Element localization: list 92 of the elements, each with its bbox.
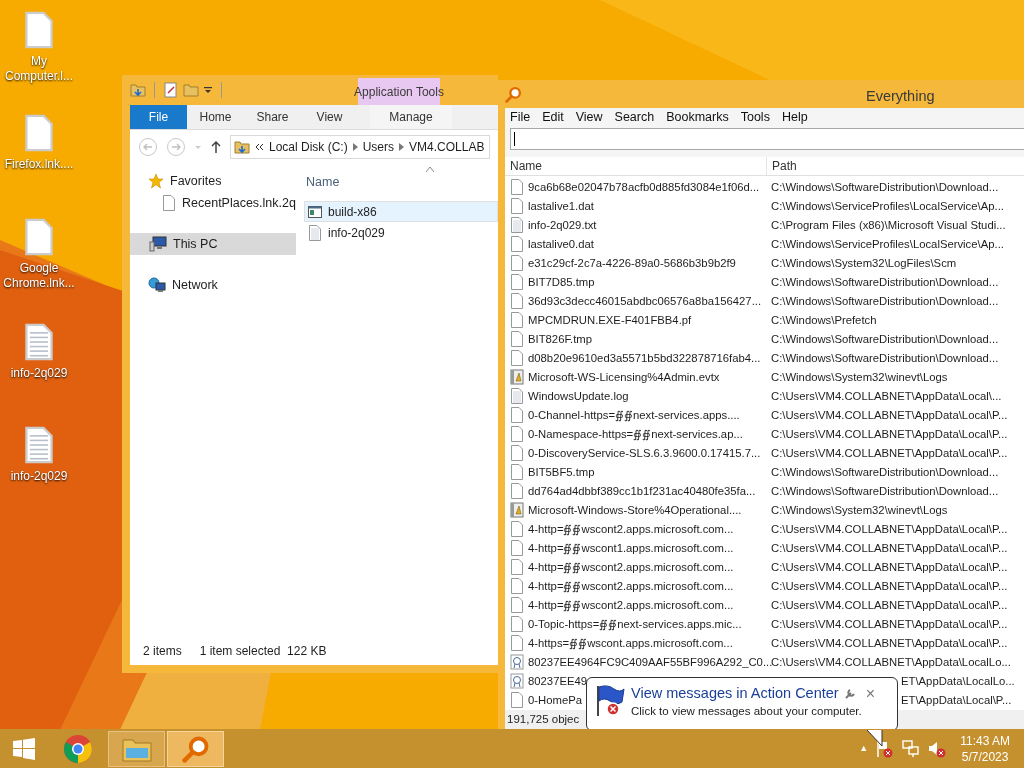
nav-item[interactable]: RecentPlaces.lnk.2q bbox=[130, 192, 296, 214]
path-cell-text: C:\Windows\SoftwareDistribution\Download... bbox=[771, 179, 999, 195]
name-cell-text: 9ca6b68e02047b78acfb0d885fd3084e1f06d... bbox=[528, 179, 760, 195]
path-cell-text: C:\Users\VM4.COLLABNET\AppData\Local\P... bbox=[771, 426, 1008, 442]
column-header[interactable]: Name bbox=[505, 156, 767, 175]
name-cell-text: d08b20e9610ed3a5571b5bd322878716fab4... bbox=[528, 350, 761, 366]
path-cell-text: C:\Users\VM4.COLLABNET\AppData\LocalLo... bbox=[771, 654, 1011, 670]
menu-item[interactable]: Bookmarks bbox=[661, 108, 734, 128]
name-cell-text: 4-http=∯∯wscont2.apps.microsoft.com... bbox=[528, 597, 734, 614]
status-text: 1 item selected 122 KB bbox=[199, 643, 327, 660]
name-cell-text: MPCMDRUN.EXE-F401FBB4.pf bbox=[528, 312, 692, 328]
name-cell-text: 4-http=∯∯wscont2.apps.microsoft.com... bbox=[528, 521, 734, 538]
name-cell-text: 0-DiscoveryService-SLS.6.3.9600.0.17415.7... bbox=[528, 445, 761, 461]
name-cell-text: 80237EE49 bbox=[528, 673, 588, 689]
desktop-icon-label[interactable]: info-2q029 bbox=[10, 366, 68, 381]
desktop-icon-label[interactable]: Google Chrome.lnk... bbox=[3, 261, 75, 291]
status-text: 2 items bbox=[143, 643, 182, 660]
name-cell-text: 4-http=∯∯wscont2.apps.microsoft.com... bbox=[528, 559, 734, 576]
column-header[interactable]: Name bbox=[304, 172, 340, 192]
name-cell-text: 36d93c3decc46015abdbc06576a8ba156427... bbox=[528, 293, 762, 309]
name-cell-text: e31c29cf-2c7a-4226-89a0-5686b3b9b2f9 bbox=[528, 255, 736, 271]
path-cell-text: C:\Users\VM4.COLLABNET\AppData\Local\P... bbox=[771, 616, 1008, 632]
notification-balloon[interactable]: View messages in Action Center × Click to view messages about your computer. bbox=[586, 677, 898, 731]
window-title: Everything bbox=[866, 87, 935, 106]
path-cell-text: C:\Users\VM4.COLLABNET\AppData\Local\... bbox=[771, 388, 1002, 404]
path-cell-text: C:\Windows\SoftwareDistribution\Download... bbox=[771, 274, 999, 290]
path-cell-text: C:\Program Files (x86)\Microsoft Visual Studi... bbox=[771, 217, 1006, 233]
path-cell-text: C:\Users\VM4.COLLABNET\AppData\Local\P... bbox=[771, 407, 1008, 423]
name-cell-text: BIT826F.tmp bbox=[528, 331, 593, 347]
path-cell-text: C:\Users\VM4.COLLABNET\AppData\Local\P... bbox=[771, 635, 1008, 651]
path-cell-text: C:\Users\VM4.COLLABNET\AppData\Local\P... bbox=[771, 578, 1008, 594]
path-cell-text: C:\Windows\System32\LogFiles\Scm bbox=[771, 255, 957, 271]
name-cell-text: 4-http=∯∯wscont1.apps.microsoft.com... bbox=[528, 540, 734, 557]
path-cell-text: C:\Windows\System32\winevt\Logs bbox=[771, 369, 948, 385]
name-cell-text: 0-Topic-https=∯∯next-services.apps.mic... bbox=[528, 616, 742, 633]
column-header[interactable]: Path bbox=[767, 156, 797, 175]
menu-item[interactable]: Tools bbox=[735, 108, 775, 128]
path-cell-text: C:\Windows\SoftwareDistribution\Download... bbox=[771, 464, 999, 480]
breadcrumb[interactable]: Users bbox=[362, 137, 395, 156]
path-cell-text: C:\Users\VM4.COLLABNET\AppData\Local\P... bbox=[771, 540, 1008, 556]
ribbon-tab[interactable]: File bbox=[130, 105, 187, 129]
balloon-text: Click to view messages about your computer. bbox=[631, 704, 863, 719]
name-cell-text: lastalive1.dat bbox=[528, 198, 594, 214]
menu-item[interactable]: Help bbox=[776, 108, 813, 128]
ribbon-tab[interactable]: Home bbox=[187, 105, 244, 129]
nav-item[interactable]: Favorites bbox=[130, 170, 296, 192]
name-cell-text: 0-Channel-https=∯∯next-services.apps.... bbox=[528, 407, 740, 424]
path-cell-text: C:\Windows\SoftwareDistribution\Download... bbox=[771, 293, 999, 309]
nav-item[interactable]: This PC bbox=[130, 233, 296, 255]
close-button[interactable]: × bbox=[865, 684, 876, 703]
path-cell-text: C:\Windows\ServiceProfiles\LocalService\Ap... bbox=[771, 236, 1004, 252]
name-cell-text: BIT5BF5.tmp bbox=[528, 464, 595, 480]
ribbon-tab[interactable]: Share bbox=[244, 105, 301, 129]
name-cell-text: 4-https=∯∯wscont.apps.microsoft.com... bbox=[528, 635, 733, 652]
ribbon-tab[interactable]: View bbox=[301, 105, 358, 129]
name-cell-text: dd764ad4dbbf389cc1b1f231ac40480fe35fa... bbox=[528, 483, 756, 499]
menu-item[interactable]: Search bbox=[609, 108, 660, 128]
name-cell-text: 0-Namespace-https=∯∯next-services.ap... bbox=[528, 426, 743, 443]
menu-item[interactable]: File bbox=[505, 108, 536, 128]
path-cell-text: C:\Windows\SoftwareDistribution\Download... bbox=[771, 331, 999, 347]
name-cell-text: 4-http=∯∯wscont2.apps.microsoft.com... bbox=[528, 578, 734, 595]
name-cell-text: 0-HomePa bbox=[528, 692, 582, 708]
menu-item[interactable]: Edit bbox=[537, 108, 569, 128]
status-text: 191,725 objec bbox=[507, 711, 580, 727]
menu-item[interactable]: View bbox=[570, 108, 608, 128]
name-cell-text: WindowsUpdate.log bbox=[528, 388, 629, 404]
nav-item[interactable]: Network bbox=[130, 274, 296, 296]
list-entry[interactable]: build-x86 bbox=[304, 201, 498, 222]
path-cell-text: ET\AppData\Local\P... bbox=[901, 692, 1012, 708]
list-entry[interactable]: info-2q029 bbox=[304, 222, 498, 243]
balloon-title: View messages in Action Center bbox=[631, 684, 839, 703]
breadcrumb[interactable]: VM4.COLLAB bbox=[409, 137, 485, 156]
name-cell-text: BIT7D85.tmp bbox=[528, 274, 595, 290]
path-cell-text: C:\Windows\SoftwareDistribution\Download... bbox=[771, 483, 999, 499]
path-cell-text: C:\Users\VM4.COLLABNET\AppData\Local\P... bbox=[771, 445, 1008, 461]
name-cell-text: info-2q029.txt bbox=[528, 217, 597, 233]
path-cell-text: ET\AppData\LocalLo... bbox=[901, 673, 1015, 689]
desktop-icon-label[interactable]: info-2q029 bbox=[10, 469, 68, 484]
name-cell-text: lastalive0.dat bbox=[528, 236, 594, 252]
path-cell-text: C:\Users\VM4.COLLABNET\AppData\Local\P... bbox=[771, 559, 1008, 575]
address-bar[interactable]: Local Disk (C:) Users VM4.COLLAB bbox=[230, 134, 490, 159]
path-cell-text: C:\Users\VM4.COLLABNET\AppData\Local\P... bbox=[771, 597, 1008, 613]
name-cell-text: Microsoft-Windows-Store%4Operational.... bbox=[528, 502, 742, 518]
path-cell-text: C:\Users\VM4.COLLABNET\AppData\Local\P... bbox=[771, 521, 1008, 537]
breadcrumb[interactable]: Local Disk (C:) bbox=[269, 137, 348, 156]
name-cell-text: 80237EE4964FC9C409AAF55BF996A292_C0... bbox=[528, 654, 773, 670]
path-cell-text: C:\Windows\ServiceProfiles\LocalService\Ap... bbox=[771, 198, 1004, 214]
path-cell-text: C:\Windows\SoftwareDistribution\Download... bbox=[771, 350, 999, 366]
path-cell-text: C:\Windows\Prefetch bbox=[771, 312, 877, 328]
path-cell-text: C:\Windows\System32\winevt\Logs bbox=[771, 502, 948, 518]
ribbon-tab[interactable]: Manage bbox=[370, 105, 452, 129]
name-cell-text: Microsoft-WS-Licensing%4Admin.evtx bbox=[528, 369, 720, 385]
